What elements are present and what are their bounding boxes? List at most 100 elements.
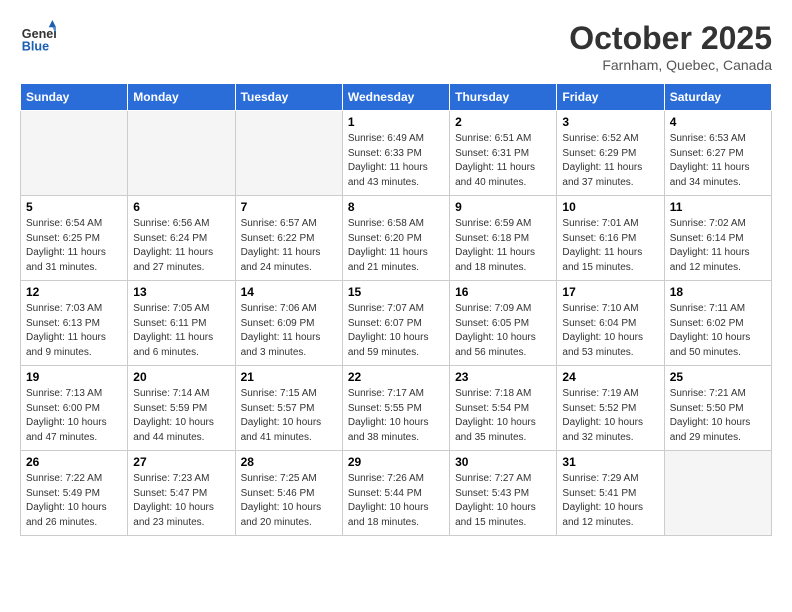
calendar-cell: 29 Sunrise: 7:26 AMSunset: 5:44 PMDayligh… (342, 451, 449, 536)
calendar-cell (235, 111, 342, 196)
title-block: October 2025 Farnham, Quebec, Canada (569, 20, 772, 73)
calendar-cell: 19 Sunrise: 7:13 AMSunset: 6:00 PMDayligh… (21, 366, 128, 451)
calendar-cell: 25 Sunrise: 7:21 AMSunset: 5:50 PMDayligh… (664, 366, 771, 451)
calendar-cell: 30 Sunrise: 7:27 AMSunset: 5:43 PMDayligh… (450, 451, 557, 536)
week-row-2: 5Sunrise: 6:54 AMSunset: 6:25 PMDaylight… (21, 196, 772, 281)
day-info: Sunrise: 6:58 AMSunset: 6:20 PMDaylight:… (348, 217, 444, 275)
calendar-cell: 7 Sunrise: 6:57 AMSunset: 6:22 PMDaylight… (235, 196, 342, 281)
calendar-cell (21, 111, 128, 196)
calendar-cell: 26Sunrise: 7:22 AMSunset: 5:49 PMDayligh… (21, 451, 128, 536)
day-info: Sunrise: 7:25 AMSunset: 5:46 PMDaylight:… (241, 472, 337, 530)
day-number: 4 (670, 115, 766, 129)
day-info: Sunrise: 7:18 AMSunset: 5:54 PMDaylight:… (455, 387, 551, 445)
week-row-1: 1Sunrise: 6:49 AMSunset: 6:33 PMDaylight… (21, 111, 772, 196)
day-number: 9 (455, 200, 551, 214)
month-title: October 2025 (569, 20, 772, 57)
calendar-cell: 23 Sunrise: 7:18 AMSunset: 5:54 PMDayligh… (450, 366, 557, 451)
day-info: Sunrise: 7:05 AMSunset: 6:11 PMDaylight:… (133, 302, 229, 360)
calendar-cell: 4Sunrise: 6:53 AMSunset: 6:27 PMDaylight… (664, 111, 771, 196)
calendar-cell (128, 111, 235, 196)
page-header: General Blue October 2025 Farnham, Quebe… (20, 20, 772, 73)
day-number: 10 (562, 200, 658, 214)
day-info: Sunrise: 7:26 AMSunset: 5:44 PMDaylight:… (348, 472, 444, 530)
day-info: Sunrise: 7:23 AMSunset: 5:47 PMDaylight:… (133, 472, 229, 530)
day-number: 17 (562, 285, 658, 299)
day-info: Sunrise: 6:51 AMSunset: 6:31 PMDaylight:… (455, 132, 551, 190)
day-header-wednesday: Wednesday (342, 84, 449, 111)
day-number: 19 (26, 370, 122, 384)
day-header-tuesday: Tuesday (235, 84, 342, 111)
day-info: Sunrise: 7:17 AMSunset: 5:55 PMDaylight:… (348, 387, 444, 445)
day-info: Sunrise: 7:06 AMSunset: 6:09 PMDaylight:… (241, 302, 337, 360)
calendar-cell (664, 451, 771, 536)
day-header-saturday: Saturday (664, 84, 771, 111)
day-number: 2 (455, 115, 551, 129)
day-info: Sunrise: 7:09 AMSunset: 6:05 PMDaylight:… (455, 302, 551, 360)
day-info: Sunrise: 7:14 AMSunset: 5:59 PMDaylight:… (133, 387, 229, 445)
calendar-cell: 15Sunrise: 7:07 AMSunset: 6:07 PMDayligh… (342, 281, 449, 366)
day-info: Sunrise: 7:03 AMSunset: 6:13 PMDaylight:… (26, 302, 122, 360)
calendar-cell: 3 Sunrise: 6:52 AMSunset: 6:29 PMDaylight… (557, 111, 664, 196)
day-number: 27 (133, 455, 229, 469)
day-number: 30 (455, 455, 551, 469)
calendar-cell: 12 Sunrise: 7:03 AMSunset: 6:13 PMDayligh… (21, 281, 128, 366)
day-number: 1 (348, 115, 444, 129)
day-number: 18 (670, 285, 766, 299)
day-info: Sunrise: 6:52 AMSunset: 6:29 PMDaylight:… (562, 132, 658, 190)
week-row-5: 26Sunrise: 7:22 AMSunset: 5:49 PMDayligh… (21, 451, 772, 536)
calendar-cell: 9Sunrise: 6:59 AMSunset: 6:18 PMDaylight… (450, 196, 557, 281)
calendar-cell: 14 Sunrise: 7:06 AMSunset: 6:09 PMDayligh… (235, 281, 342, 366)
calendar-cell: 5Sunrise: 6:54 AMSunset: 6:25 PMDaylight… (21, 196, 128, 281)
location-subtitle: Farnham, Quebec, Canada (569, 57, 772, 73)
logo: General Blue (20, 20, 56, 56)
day-number: 8 (348, 200, 444, 214)
day-number: 3 (562, 115, 658, 129)
day-info: Sunrise: 7:21 AMSunset: 5:50 PMDaylight:… (670, 387, 766, 445)
day-info: Sunrise: 7:02 AMSunset: 6:14 PMDaylight:… (670, 217, 766, 275)
day-info: Sunrise: 6:57 AMSunset: 6:22 PMDaylight:… (241, 217, 337, 275)
calendar-header-row: SundayMondayTuesdayWednesdayThursdayFrid… (21, 84, 772, 111)
calendar-cell: 28Sunrise: 7:25 AMSunset: 5:46 PMDayligh… (235, 451, 342, 536)
calendar-cell: 21Sunrise: 7:15 AMSunset: 5:57 PMDayligh… (235, 366, 342, 451)
calendar-cell: 2 Sunrise: 6:51 AMSunset: 6:31 PMDaylight… (450, 111, 557, 196)
day-info: Sunrise: 7:10 AMSunset: 6:04 PMDaylight:… (562, 302, 658, 360)
day-info: Sunrise: 7:19 AMSunset: 5:52 PMDaylight:… (562, 387, 658, 445)
calendar-cell: 8 Sunrise: 6:58 AMSunset: 6:20 PMDaylight… (342, 196, 449, 281)
day-number: 11 (670, 200, 766, 214)
calendar-cell: 13 Sunrise: 7:05 AMSunset: 6:11 PMDayligh… (128, 281, 235, 366)
calendar-cell: 27 Sunrise: 7:23 AMSunset: 5:47 PMDayligh… (128, 451, 235, 536)
day-number: 7 (241, 200, 337, 214)
week-row-3: 12 Sunrise: 7:03 AMSunset: 6:13 PMDayligh… (21, 281, 772, 366)
calendar-cell: 11 Sunrise: 7:02 AMSunset: 6:14 PMDayligh… (664, 196, 771, 281)
day-number: 25 (670, 370, 766, 384)
day-number: 12 (26, 285, 122, 299)
day-number: 14 (241, 285, 337, 299)
day-number: 31 (562, 455, 658, 469)
calendar-cell: 22 Sunrise: 7:17 AMSunset: 5:55 PMDayligh… (342, 366, 449, 451)
calendar-cell: 1Sunrise: 6:49 AMSunset: 6:33 PMDaylight… (342, 111, 449, 196)
day-number: 29 (348, 455, 444, 469)
day-info: Sunrise: 7:13 AMSunset: 6:00 PMDaylight:… (26, 387, 122, 445)
day-info: Sunrise: 7:27 AMSunset: 5:43 PMDaylight:… (455, 472, 551, 530)
logo-icon: General Blue (20, 20, 56, 56)
day-info: Sunrise: 7:29 AMSunset: 5:41 PMDaylight:… (562, 472, 658, 530)
day-number: 20 (133, 370, 229, 384)
day-number: 22 (348, 370, 444, 384)
day-number: 16 (455, 285, 551, 299)
week-row-4: 19 Sunrise: 7:13 AMSunset: 6:00 PMDayligh… (21, 366, 772, 451)
calendar-cell: 17 Sunrise: 7:10 AMSunset: 6:04 PMDayligh… (557, 281, 664, 366)
day-header-thursday: Thursday (450, 84, 557, 111)
day-number: 23 (455, 370, 551, 384)
day-number: 15 (348, 285, 444, 299)
calendar-cell: 31 Sunrise: 7:29 AMSunset: 5:41 PMDayligh… (557, 451, 664, 536)
calendar-cell: 20 Sunrise: 7:14 AMSunset: 5:59 PMDayligh… (128, 366, 235, 451)
svg-text:Blue: Blue (22, 40, 49, 54)
day-info: Sunrise: 6:56 AMSunset: 6:24 PMDaylight:… (133, 217, 229, 275)
day-number: 6 (133, 200, 229, 214)
calendar-cell: 24Sunrise: 7:19 AMSunset: 5:52 PMDayligh… (557, 366, 664, 451)
day-number: 26 (26, 455, 122, 469)
day-header-friday: Friday (557, 84, 664, 111)
day-info: Sunrise: 7:01 AMSunset: 6:16 PMDaylight:… (562, 217, 658, 275)
day-info: Sunrise: 7:15 AMSunset: 5:57 PMDaylight:… (241, 387, 337, 445)
day-number: 13 (133, 285, 229, 299)
